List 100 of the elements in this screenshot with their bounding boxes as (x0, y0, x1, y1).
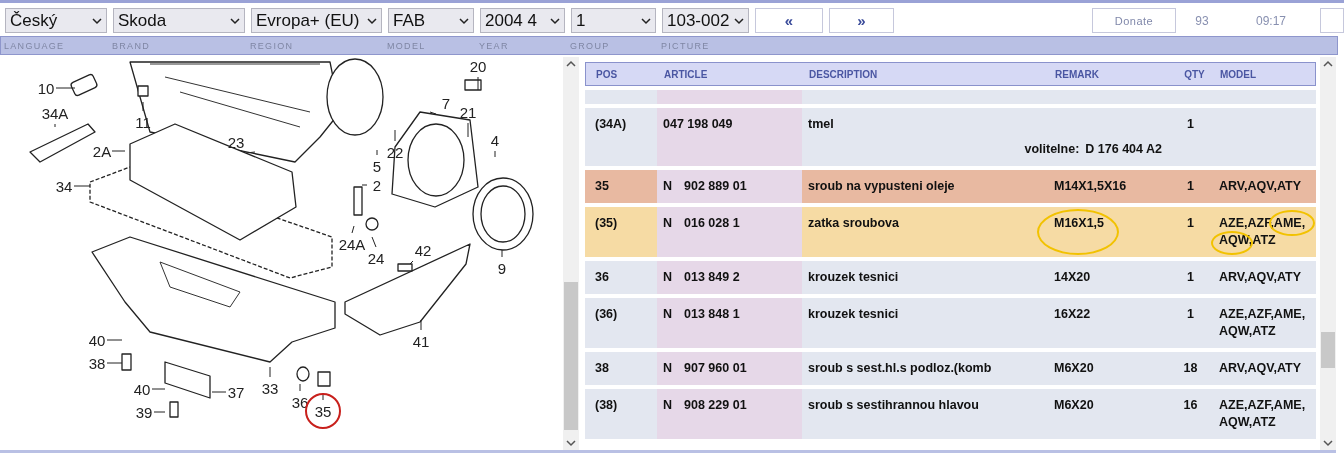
dropdown[interactable]: 1 (571, 8, 656, 33)
article-cell: N 902 889 01 (657, 170, 802, 203)
table-row[interactable]: (36) N 013 848 1 krouzek tesnici 16X22 1 AZE,AZF,AME, AQW,ATZ (585, 298, 1316, 348)
description-cell-text: sroub s sestihrannou hlavou (807, 397, 980, 414)
dropdown[interactable]: 2004 4 (480, 8, 565, 33)
table-row[interactable]: 38 N 907 960 01 sroub s sest.hl.s podloz.(komb M6X20 18 ARV,AQV,ATY (585, 352, 1316, 385)
dropdown[interactable]: Český (5, 8, 107, 33)
chevron-down-icon (641, 16, 651, 25)
callout-label[interactable]: 21 (459, 104, 477, 121)
callout-label[interactable]: 24A (338, 236, 366, 253)
chevron-down-icon (230, 16, 240, 25)
column-header: QTY (1183, 68, 1206, 80)
remark-cell-text: M16X1,5 (1053, 215, 1106, 232)
field-label: PICTURE (661, 40, 711, 51)
model-cell-text: AZE,AZF,AME, AQW,ATZ (1218, 306, 1307, 340)
remark-cell-text: 14X20 (1053, 269, 1092, 286)
callout-label[interactable]: 41 (412, 333, 430, 350)
chevron-down-icon (367, 16, 377, 25)
chevron-down-icon (734, 16, 744, 25)
article-cell: N 016 028 1 (657, 207, 802, 257)
scrollbar[interactable] (563, 57, 579, 450)
field-label: GROUP (570, 40, 611, 51)
chevron-down-icon (550, 16, 560, 25)
description-cell-text: tmel (807, 116, 835, 133)
chevron-down-icon (92, 16, 102, 25)
next-button[interactable]: » (829, 8, 894, 33)
qty-cell-text: 16 (1182, 397, 1199, 414)
note-text: D 176 404 A2 (1085, 141, 1162, 158)
callout-label[interactable]: 4 (490, 132, 500, 149)
clock-time: 09:17 (1255, 12, 1287, 30)
chevron-up-icon[interactable] (1323, 60, 1333, 68)
callout-label[interactable]: 20 (469, 58, 487, 75)
callout-label[interactable]: 34 (55, 178, 73, 195)
column-header: ARTICLE (663, 68, 709, 80)
callout-label[interactable]: 2A (92, 143, 112, 160)
callout-label[interactable]: 2 (372, 177, 382, 194)
table-row[interactable]: (38) N 908 229 01 sroub s sestihrannou hlavou M6X20 16 AZE,AZF,AME, AQW,ATZ (585, 389, 1316, 439)
pos-cell-text: 36 (594, 269, 610, 286)
callout-label[interactable]: 38 (88, 355, 106, 372)
field-label: MODEL (387, 40, 427, 51)
callout-label[interactable]: 23 (227, 134, 245, 151)
callout-label[interactable]: 42 (414, 242, 432, 259)
scrollbar-thumb[interactable] (1321, 332, 1335, 368)
table-row[interactable]: 35 N 902 889 01 sroub na vypusteni oleje M14X1,5X16 1 ARV,AQV,ATY (585, 170, 1316, 203)
pos-cell-text: (34A) (594, 116, 628, 133)
callout-label[interactable]: 33 (261, 380, 279, 397)
callout-label[interactable]: 37 (227, 384, 245, 401)
dropdown[interactable]: 103-002 (662, 8, 749, 33)
chevron-down-icon (459, 16, 469, 25)
callout-label[interactable]: 5 (372, 158, 382, 175)
qty-cell-text: 1 (1186, 178, 1195, 195)
callout-label[interactable]: 39 (135, 404, 153, 421)
column-header: MODEL (1219, 68, 1258, 80)
article-cell: N 907 960 01 (657, 352, 802, 385)
callout-label[interactable]: 24 (367, 250, 385, 267)
previous-button[interactable]: « (755, 8, 823, 33)
callout-label[interactable]: 7 (441, 95, 451, 112)
chevron-down-icon[interactable] (566, 439, 576, 447)
column-header: REMARK (1054, 68, 1100, 80)
chevron-down-icon[interactable] (1323, 439, 1333, 447)
chevron-up-icon[interactable] (566, 60, 576, 68)
table-row[interactable]: 36 N 013 849 2 krouzek tesnici 14X20 1 ARV,AQV,ATY (585, 261, 1316, 294)
pos-cell-text: (35) (594, 215, 619, 232)
remark-cell-text: M6X20 (1053, 360, 1095, 377)
qty-cell-text: 1 (1186, 269, 1195, 286)
field-label: REGION (250, 40, 295, 51)
dropdown[interactable]: Evropa+ (EU) (251, 8, 382, 33)
article-cell: N 013 849 2 (657, 261, 802, 294)
callout-label[interactable]: 40 (133, 381, 151, 398)
callout-label[interactable]: 35 (314, 403, 332, 420)
pos-cell-text: 35 (594, 178, 610, 195)
callout-label[interactable]: 10 (37, 80, 55, 97)
dropdown[interactable]: Skoda (113, 8, 245, 33)
callout-label[interactable]: 9 (497, 260, 507, 277)
scrollbar[interactable] (1320, 57, 1336, 450)
description-cell-text: zatka sroubova (807, 215, 900, 232)
field-label: BRAND (112, 40, 151, 51)
article-cell: N 013 848 1 (657, 298, 802, 348)
pos-cell-text: (36) (594, 306, 619, 323)
description-cell-text: krouzek tesnici (807, 269, 900, 286)
description-cell-text: sroub na vypusteni oleje (807, 178, 956, 195)
qty-cell-text: 1 (1186, 116, 1195, 133)
dropdown[interactable]: FAB (388, 8, 474, 33)
article-cell: N 908 229 01 (657, 389, 802, 439)
qty-cell-text: 1 (1186, 215, 1195, 232)
remark-cell-text: M14X1,5X16 (1053, 178, 1128, 195)
callout-label[interactable]: 34A (41, 105, 69, 122)
pos-cell-text: (38) (594, 397, 619, 414)
note-label: volitelne: (1024, 141, 1080, 158)
model-cell-text: ARV,AQV,ATY (1218, 269, 1302, 286)
model-cell-text: AZE,AZF,AME, AQW,ATZ (1218, 397, 1307, 431)
qty-cell-text: 18 (1182, 360, 1199, 377)
remark-cell-text: M6X20 (1053, 397, 1095, 414)
callout-label[interactable]: 40 (88, 332, 106, 349)
table-row[interactable]: (34A) 047 198 049 tmel 1 volitelne: D 176 404 A2 (585, 108, 1316, 166)
donate-button[interactable]: Donate (1092, 8, 1176, 33)
scrollbar-thumb[interactable] (564, 282, 578, 430)
description-cell-text: sroub s sest.hl.s podloz.(komb (807, 360, 993, 377)
empty-box[interactable] (1320, 8, 1344, 33)
remark-cell-text: 16X22 (1053, 306, 1092, 323)
